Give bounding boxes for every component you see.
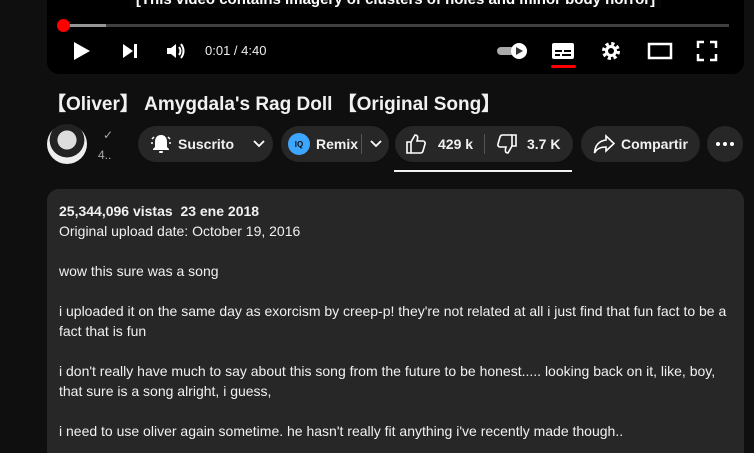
bell-icon <box>151 135 171 153</box>
view-count: 25,344,096 vistas <box>59 203 173 219</box>
remix-divider <box>361 134 362 154</box>
description-paragraph: wow this sure was a song <box>59 263 219 279</box>
time-display: 0:01 / 4:40 <box>205 43 267 58</box>
subtitles-icon <box>552 43 574 59</box>
description-paragraph: i uploaded it on the same day as exorcis… <box>59 303 727 339</box>
progress-bar[interactable] <box>62 24 729 27</box>
play-button[interactable] <box>69 38 95 64</box>
remix-label: Remix <box>316 136 359 152</box>
more-actions-button[interactable] <box>707 126 743 162</box>
more-horizontal-icon <box>716 142 734 146</box>
volume-icon <box>167 43 185 59</box>
video-caption: [This video contains imagery of clusters… <box>47 0 744 8</box>
subscribed-button[interactable]: Suscrito <box>138 126 273 162</box>
description-meta: 25,344,096 vistas 23 ene 2018 <box>59 201 732 221</box>
like-group-underline <box>394 170 572 172</box>
volume-button[interactable] <box>163 38 189 64</box>
subscribed-label: Suscrito <box>178 136 235 152</box>
share-label: Compartir <box>621 136 688 152</box>
share-icon <box>593 134 615 154</box>
autoplay-toggle[interactable] <box>495 38 531 64</box>
subtitles-active-indicator <box>551 65 576 68</box>
description-box[interactable]: 25,344,096 vistas 23 ene 2018 Original u… <box>47 189 744 453</box>
progress-scrubber[interactable] <box>57 19 70 32</box>
fullscreen-icon <box>696 40 718 62</box>
like-button[interactable]: 429 k <box>395 126 484 162</box>
subscriber-count: 4.. <box>98 148 112 162</box>
channel-avatar[interactable] <box>47 124 87 164</box>
settings-button[interactable] <box>598 38 624 64</box>
next-icon <box>123 44 137 58</box>
fullscreen-button[interactable] <box>694 38 720 64</box>
theater-mode-button[interactable] <box>646 38 674 64</box>
like-count: 429 k <box>438 136 474 152</box>
dislike-count: 3.7 K <box>527 136 561 152</box>
next-button[interactable] <box>117 38 143 64</box>
settings-icon <box>602 42 620 60</box>
description-paragraph: i need to use oliver again sometime. he … <box>59 423 624 439</box>
description-paragraph: i don't really have much to say about th… <box>59 363 716 399</box>
chevron-down-icon[interactable] <box>369 139 383 149</box>
thumbs-up-icon <box>406 134 426 154</box>
autoplay-toggle-icon <box>497 43 527 59</box>
video-player[interactable]: [This video contains imagery of clusters… <box>47 0 744 74</box>
thumbs-down-icon <box>497 134 517 154</box>
verified-badge-icon: ✓ <box>103 128 114 142</box>
share-button[interactable]: Compartir <box>581 126 700 162</box>
like-divider <box>484 134 485 154</box>
play-icon <box>74 42 90 60</box>
upload-date: 23 ene 2018 <box>180 203 260 219</box>
like-dislike-group: 429 k 3.7 K <box>395 126 573 162</box>
video-title: 【Oliver】 Amygdala's Rag Doll 【Original S… <box>47 94 501 115</box>
chevron-down-icon <box>253 140 265 148</box>
remix-logo-icon: IQ <box>288 133 310 155</box>
original-upload-date: Original upload date: October 19, 2016 <box>59 223 301 239</box>
theater-mode-icon <box>647 42 673 60</box>
dislike-button[interactable]: 3.7 K <box>484 126 573 162</box>
remix-button[interactable]: IQ Remix <box>281 126 389 162</box>
subtitles-button[interactable] <box>550 38 576 64</box>
